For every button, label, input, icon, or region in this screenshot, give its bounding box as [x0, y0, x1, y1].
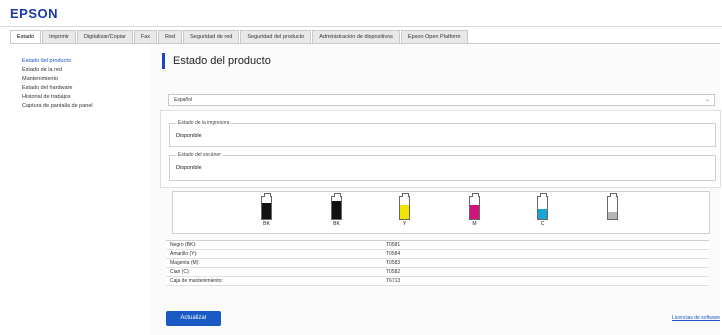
software-licenses-link[interactable]: Licencias de software	[672, 315, 720, 321]
tab-seguridad-del-producto[interactable]: Seguridad del producto	[240, 30, 312, 43]
main-content	[150, 44, 720, 335]
ink-cartridge-body	[537, 193, 548, 220]
ink-cartridge-cap	[540, 193, 547, 197]
sidebar-item-estado-del-hardware[interactable]: Estado del hardware	[22, 85, 72, 91]
table-row: Amarillo (Y): T0584	[166, 250, 709, 259]
ink-cartridge-body	[261, 193, 272, 220]
ink-cartridge-body	[399, 193, 410, 220]
ink-label: BK	[333, 221, 340, 227]
ink-cartridge: C	[537, 193, 548, 227]
ink-level-fill	[332, 201, 341, 219]
language-select[interactable]: Español ⌄	[168, 94, 715, 106]
printer-status-legend: Estado de la impresora	[176, 120, 232, 126]
tab-seguridad-de-red[interactable]: Seguridad de red	[183, 30, 240, 43]
table-row: Negro (BK): T0581	[166, 241, 709, 250]
ink-level-fill	[608, 212, 617, 219]
row-value: T6713	[386, 278, 401, 284]
ink-cartridge-body	[607, 193, 618, 220]
sidebar-item-captura-de-pantalla[interactable]: Captura de pantalla de panel	[22, 103, 93, 109]
app-window: EPSON Estado Imprimir Digitalizar/Copiar…	[0, 0, 722, 335]
ink-cartridge-cap	[264, 193, 271, 197]
scanner-status-legend: Estado del escáner	[176, 152, 223, 158]
row-value: T0583	[386, 260, 401, 266]
sidebar-item-estado-de-la-red[interactable]: Estado de la red	[22, 67, 62, 73]
row-label: Magenta (M):	[170, 260, 200, 266]
page-title: Estado del producto	[173, 55, 271, 67]
tab-estado[interactable]: Estado	[10, 30, 42, 43]
sidebar-item-estado-del-producto[interactable]: Estado del producto	[22, 58, 71, 64]
ink-label: BK	[263, 221, 270, 227]
status-panel: Estado de la impresora Disponible Estado…	[160, 110, 721, 188]
row-value: T0582	[386, 269, 401, 275]
row-value: T0581	[386, 242, 401, 248]
ink-cartridge: BK	[331, 193, 342, 227]
ink-cartridge-body	[331, 193, 342, 220]
tab-administracion[interactable]: Administración de dispositivos	[312, 30, 400, 43]
title-accent	[162, 53, 165, 69]
ink-level-fill	[538, 209, 547, 219]
tab-epson-open-platform[interactable]: Epson Open Platform	[400, 30, 468, 43]
row-label: Cian (C):	[170, 269, 191, 275]
ink-cartridge-cap	[610, 193, 617, 197]
ink-label: Y	[402, 221, 407, 227]
row-label: Amarillo (Y):	[170, 251, 198, 257]
row-value: T0584	[386, 251, 401, 257]
scanner-status-box: Estado del escáner Disponible	[169, 152, 716, 181]
table-row: Cian (C): T0582	[166, 268, 709, 277]
ink-level-fill	[470, 205, 479, 219]
ink-label: M	[472, 221, 477, 227]
ink-cartridge-body	[469, 193, 480, 220]
cartridge-table: Negro (BK): T0581 Amarillo (Y): T0584 Magent…	[166, 240, 709, 286]
ink-label: C	[540, 221, 545, 227]
ink-cartridge-cap	[472, 193, 479, 197]
tab-red[interactable]: Red	[158, 30, 183, 43]
refresh-button[interactable]: Actualizar	[166, 311, 221, 326]
language-select-value: Español	[174, 97, 193, 103]
tab-digitalizar-copiar[interactable]: Digitalizar/Copiar	[76, 30, 133, 43]
ink-level-fill	[400, 205, 409, 219]
ink-cartridge: M	[469, 193, 480, 227]
row-label: Negro (BK):	[170, 242, 197, 248]
ink-cartridge: Y	[399, 193, 410, 227]
printer-status-value: Disponible	[176, 133, 202, 139]
tab-bar: Estado Imprimir Digitalizar/Copiar Fax R…	[10, 30, 469, 43]
tab-fax[interactable]: Fax	[133, 30, 158, 43]
row-label: Caja de mantenimiento:	[170, 278, 223, 284]
scanner-status-value: Disponible	[176, 165, 202, 171]
printer-status-box: Estado de la impresora Disponible	[169, 120, 716, 147]
ink-cartridge	[607, 193, 618, 221]
ink-cartridge: BK	[261, 193, 272, 227]
sidebar-item-historial-de-trabajos[interactable]: Historial de trabajos	[22, 94, 71, 100]
table-row: Caja de mantenimiento: T6713	[166, 277, 709, 286]
tab-imprimir[interactable]: Imprimir	[42, 30, 76, 43]
ink-level-fill	[262, 203, 271, 219]
top-bar: EPSON	[0, 0, 722, 27]
chevron-down-icon: ⌄	[704, 97, 710, 103]
epson-logo: EPSON	[10, 6, 59, 21]
sidebar-item-mantenimiento[interactable]: Mantenimiento	[22, 76, 58, 82]
table-row: Magenta (M): T0583	[166, 259, 709, 268]
ink-levels-panel: BK BK Y M C	[172, 191, 710, 234]
ink-cartridge-cap	[334, 193, 341, 197]
ink-cartridge-cap	[402, 193, 409, 197]
